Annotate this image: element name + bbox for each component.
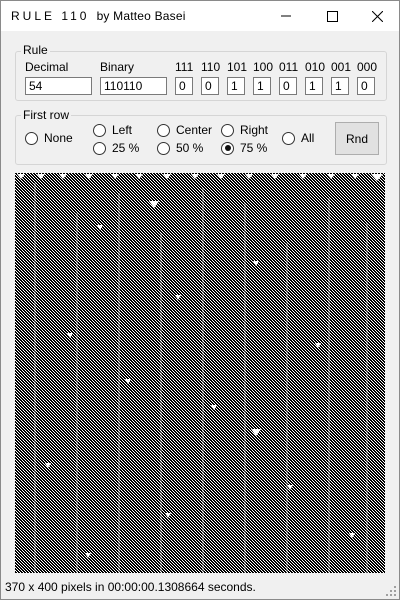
radio-button: [157, 141, 170, 155]
rule-group-label: Rule: [21, 43, 50, 57]
window-title: RULE 110 by Matteo Basei: [11, 9, 186, 23]
bit-pattern-label: 000: [357, 60, 378, 74]
radio-label: Center: [176, 123, 213, 137]
decimal-input[interactable]: [25, 77, 92, 95]
resize-grip-icon[interactable]: [385, 585, 397, 597]
radio-label: None: [44, 131, 73, 145]
title-bar[interactable]: RULE 110 by Matteo Basei: [1, 1, 399, 31]
app-window: RULE 110 by Matteo Basei Rule Decimal Bi…: [0, 0, 400, 600]
minimize-icon: [281, 15, 291, 17]
status-text: 370 x 400 pixels in 00:00:00.1308664 sec…: [5, 580, 256, 594]
radio-label: 50 %: [176, 141, 204, 155]
bit-input[interactable]: 1: [227, 77, 245, 95]
radio-right[interactable]: Right: [221, 123, 268, 137]
bit-input[interactable]: 1: [331, 77, 349, 95]
close-button[interactable]: [354, 1, 400, 31]
bit-input[interactable]: 0: [279, 77, 297, 95]
status-bar: 370 x 400 pixels in 00:00:00.1308664 sec…: [1, 575, 399, 599]
close-icon: [371, 10, 383, 22]
bit-input[interactable]: 0: [175, 77, 193, 95]
radio-label: 25 %: [112, 141, 140, 155]
decimal-label: Decimal: [25, 60, 69, 74]
bit-pattern-label: 110: [201, 60, 221, 74]
first-row-group-label: First row: [21, 108, 71, 122]
radio-button: [25, 131, 38, 145]
radio-label: Right: [240, 123, 269, 137]
automaton-canvas: [15, 173, 385, 573]
radio-label: 75 %: [240, 141, 268, 155]
radio-center[interactable]: Center: [157, 123, 212, 137]
bit-input[interactable]: 1: [305, 77, 323, 95]
minimize-button[interactable]: [263, 1, 309, 31]
binary-label: Binary: [100, 60, 135, 74]
radio-none[interactable]: None: [25, 131, 73, 145]
radio-button-selected: [221, 141, 234, 155]
radio-all[interactable]: All: [282, 131, 314, 145]
automaton-pattern: [15, 173, 385, 573]
window-title-prefix: RULE 110: [11, 9, 90, 23]
binary-input[interactable]: [100, 77, 167, 95]
bit-input[interactable]: 1: [253, 77, 271, 95]
radio-button: [282, 131, 295, 145]
bit-input[interactable]: 0: [201, 77, 219, 95]
radio-50-percent[interactable]: 50 %: [157, 141, 203, 155]
radio-button: [93, 123, 106, 137]
maximize-icon: [326, 10, 338, 22]
bit-pattern-label: 111: [175, 60, 194, 74]
bit-pattern-label: 101: [227, 60, 248, 74]
bit-pattern-label: 100: [253, 60, 274, 74]
radio-button: [221, 123, 234, 137]
radio-label: Left: [112, 123, 133, 137]
bit-pattern-label: 010: [305, 60, 326, 74]
bit-pattern-label: 011: [279, 60, 299, 74]
bit-input[interactable]: 0: [357, 77, 375, 95]
radio-left[interactable]: Left: [93, 123, 132, 137]
radio-button: [157, 123, 170, 137]
maximize-button[interactable]: [309, 1, 355, 31]
radio-25-percent[interactable]: 25 %: [93, 141, 139, 155]
radio-75-percent[interactable]: 75 %: [221, 141, 267, 155]
window-title-suffix: by Matteo Basei: [96, 9, 186, 23]
radio-button: [93, 141, 106, 155]
radio-label: All: [301, 131, 315, 145]
bit-pattern-label: 001: [331, 60, 352, 74]
rnd-button[interactable]: Rnd: [335, 122, 379, 155]
